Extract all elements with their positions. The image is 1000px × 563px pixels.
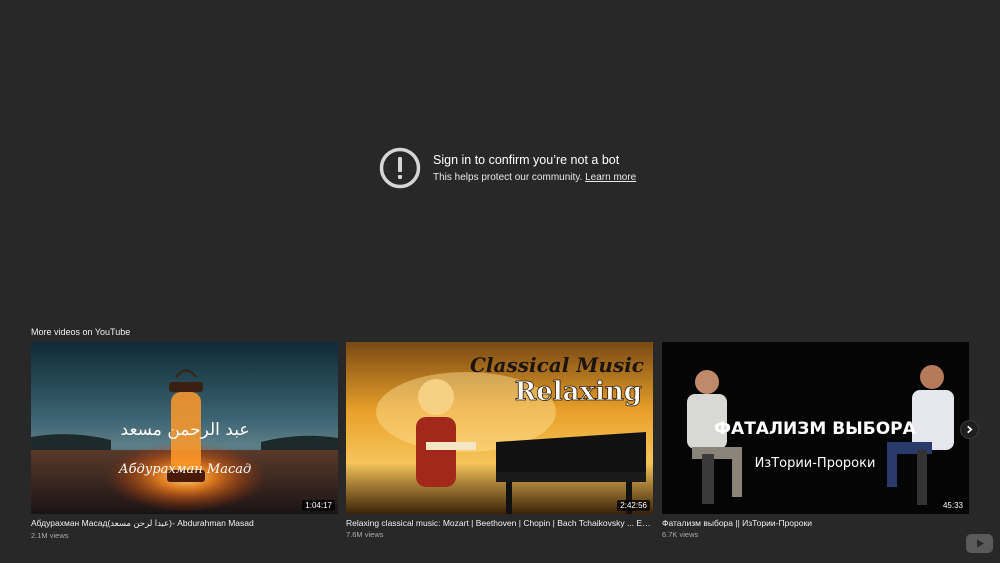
video-title[interactable]: Relaxing classical music: Mozart | Beeth… [346,518,653,528]
thumb-title-line1: ФАТАЛИЗМ ВЫБОРА [714,419,916,439]
thumb-cyrillic-text: Абдурахман Масад [118,462,252,477]
thumbnail-image: عبد الرحمن مسعد Абдурахман Масад [31,342,338,514]
video-title[interactable]: Фатализм выбора || ИзТории-Пророки [662,518,969,528]
video-thumbnail[interactable]: Classical Music Relaxing 2:42:56 [346,342,653,514]
thumbnail-image: ФАТАЛИЗМ ВЫБОРА ИзТории-Пророки [662,342,969,514]
notice-subtitle-text: This helps protect our community. [433,172,583,183]
thumb-title-line1: Classical Music [470,353,644,377]
next-videos-button[interactable] [960,420,979,439]
notice-subtitle: This helps protect our community. Learn … [433,172,636,183]
thumb-title-line2: Relaxing [515,377,642,407]
video-duration: 1:04:17 [302,500,335,511]
video-thumbnail[interactable]: عبد الرحمن مسعد Абдурахман Масад 1:04:17 [31,342,338,514]
video-row: عبد الرحمن مسعد Абдурахман Масад 1:04:17… [31,342,969,542]
notice-text: Sign in to confirm you’re not a bot This… [433,153,636,183]
video-views: 6.7K views [662,530,699,539]
chevron-right-icon [967,425,973,434]
video-card[interactable]: ФАТАЛИЗМ ВЫБОРА ИзТории-Пророки 45:33 Фа… [662,342,969,539]
video-duration: 2:42:56 [617,500,650,511]
video-card[interactable]: Classical Music Relaxing 2:42:56 Relaxin… [346,342,653,539]
more-videos-label: More videos on YouTube [31,327,131,337]
video-views: 7.6M views [346,530,384,539]
alert-circle-icon [379,147,421,189]
bot-check-notice: Sign in to confirm you’re not a bot This… [379,147,636,189]
thumb-arabic-text: عبد الرحمن مسعد [121,420,250,440]
learn-more-link[interactable]: Learn more [585,172,636,183]
thumb-title-line2: ИзТории-Пророки [755,456,876,471]
video-title[interactable]: Абдурахман Масад(عبدا لرحن مسعد)- Abdura… [31,518,338,529]
video-views: 2.1M views [31,531,69,540]
thumbnail-image: Classical Music Relaxing [346,342,653,514]
video-card[interactable]: عبد الرحمن مسعد Абдурахман Масад 1:04:17… [31,342,338,540]
video-thumbnail[interactable]: ФАТАЛИЗМ ВЫБОРА ИзТории-Пророки 45:33 [662,342,969,514]
notice-title: Sign in to confirm you’re not a bot [433,153,620,167]
youtube-logo-icon[interactable] [966,534,993,553]
video-duration: 45:33 [939,500,966,511]
